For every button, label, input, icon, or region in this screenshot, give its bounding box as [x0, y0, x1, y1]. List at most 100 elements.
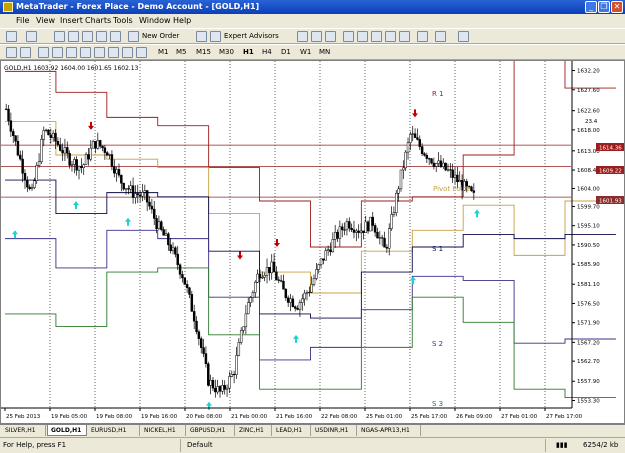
timeframe-mn[interactable]: MN: [319, 47, 330, 58]
channel-icon[interactable]: [80, 47, 91, 58]
candle-body: [138, 194, 142, 197]
zoom-in-icon[interactable]: [343, 31, 354, 42]
timeframe-m30[interactable]: M30: [219, 47, 234, 58]
timeframe-h1[interactable]: H1: [243, 47, 254, 58]
price-tick-label: 1562.70: [577, 359, 600, 365]
level-label-s3: S 3: [432, 400, 443, 408]
strategy-tester-icon[interactable]: [110, 31, 121, 42]
timeframe-m5[interactable]: M5: [176, 47, 187, 58]
candle-body: [49, 134, 53, 138]
trendline-icon[interactable]: [66, 47, 77, 58]
menu-window[interactable]: Window: [139, 15, 171, 27]
close-button[interactable]: ✕: [611, 1, 623, 13]
candle-body: [96, 140, 100, 149]
timeframe-h4[interactable]: H4: [262, 47, 272, 58]
metaeditor-icon[interactable]: [196, 31, 207, 42]
tab-gbpusd[interactable]: GBPUSD,H1: [187, 425, 235, 436]
profiles-icon[interactable]: [26, 31, 37, 42]
svg-text:1614.36: 1614.36: [599, 146, 622, 152]
chart-window[interactable]: 1632.20 1627.60 1622.60 1618.00 1613.00 1608.…: [0, 60, 625, 424]
candle-body: [416, 137, 419, 140]
candle-body: [91, 141, 95, 149]
time-tick-label: 19 Feb 05:00: [51, 414, 88, 420]
autoscroll-icon[interactable]: [385, 31, 396, 42]
candle-body: [427, 158, 431, 160]
terminal-icon[interactable]: [96, 31, 107, 42]
price-chart[interactable]: 1632.201627.601622.601618.001613.001608.…: [1, 61, 624, 423]
timeframe-d1[interactable]: D1: [281, 47, 291, 58]
bar-chart-icon[interactable]: [297, 31, 308, 42]
expert-advisors-button[interactable]: Expert Advisors: [224, 31, 279, 42]
minimize-button[interactable]: _: [585, 1, 597, 13]
candle-body: [167, 233, 170, 246]
new-order-icon[interactable]: [128, 31, 139, 42]
candle-body: [101, 145, 104, 149]
timeframe-m15[interactable]: M15: [196, 47, 211, 58]
line-chart-icon[interactable]: [325, 31, 336, 42]
horizontal-line-icon[interactable]: [52, 47, 63, 58]
candle-body: [376, 232, 379, 239]
indicators-icon[interactable]: [417, 31, 428, 42]
tab-nickel[interactable]: NICKEL,H1: [141, 425, 186, 436]
candle-body: [66, 147, 69, 154]
zoom-out-icon[interactable]: [357, 31, 368, 42]
candle-body: [197, 331, 201, 339]
candle-body: [40, 138, 43, 162]
periods-icon[interactable]: [435, 31, 446, 42]
menu-view[interactable]: View: [36, 15, 55, 27]
candle-body: [171, 247, 175, 252]
tile-windows-icon[interactable]: [371, 31, 382, 42]
market-watch-icon[interactable]: [54, 31, 65, 42]
price-tick-label: 1595.10: [577, 224, 600, 230]
candlestick-icon[interactable]: [311, 31, 322, 42]
title-bar: MetaTrader - Forex Place - Demo Account …: [0, 0, 625, 14]
candle-body: [301, 298, 304, 303]
new-order-button[interactable]: New Order: [142, 31, 179, 42]
text-icon[interactable]: [108, 47, 119, 58]
candle-body: [230, 373, 234, 377]
candle-body: [108, 154, 111, 156]
fibonacci-icon[interactable]: [94, 47, 105, 58]
expert-advisors-icon[interactable]: [210, 31, 221, 42]
candle-body: [289, 298, 292, 303]
candle-body: [59, 144, 62, 151]
timeframe-w1[interactable]: W1: [300, 47, 311, 58]
restore-button[interactable]: ❐: [598, 1, 610, 13]
chart-shift-icon[interactable]: [399, 31, 410, 42]
crosshair-icon[interactable]: [20, 47, 31, 58]
candle-body: [343, 229, 346, 231]
menu-insert[interactable]: Insert: [60, 15, 83, 27]
candle-body: [291, 298, 295, 307]
tab-gold[interactable]: GOLD,H1: [47, 425, 87, 436]
tab-usdinr[interactable]: USDINR,H1: [312, 425, 357, 436]
navigator-icon[interactable]: [82, 31, 93, 42]
connection-icon: ▮▮▮: [556, 441, 568, 449]
menu-file[interactable]: File: [16, 15, 29, 27]
arrows-icon[interactable]: [136, 47, 147, 58]
tab-eurusd[interactable]: EURUSD,H1: [88, 425, 140, 436]
candle-body: [82, 164, 85, 168]
new-chart-icon[interactable]: [6, 31, 17, 42]
label-icon[interactable]: [122, 47, 133, 58]
candle-body: [409, 134, 412, 143]
tab-ngas[interactable]: NGAS-APR13,H1: [358, 425, 421, 436]
menu-tools[interactable]: Tools: [113, 15, 133, 27]
menu-charts[interactable]: Charts: [85, 15, 111, 27]
vertical-line-icon[interactable]: [38, 47, 49, 58]
menu-help[interactable]: Help: [173, 15, 191, 27]
candle-body: [87, 154, 90, 160]
cursor-icon[interactable]: [6, 47, 17, 58]
candle-body: [94, 141, 97, 149]
tab-zinc[interactable]: ZINC,H1: [236, 425, 272, 436]
tab-lead[interactable]: LEAD,H1: [273, 425, 311, 436]
timeframe-m1[interactable]: M1: [158, 47, 169, 58]
templates-icon[interactable]: [458, 31, 469, 42]
candle-body: [185, 284, 189, 289]
data-window-icon[interactable]: [68, 31, 79, 42]
candle-body: [373, 225, 377, 233]
candle-body: [268, 267, 271, 274]
tab-silver[interactable]: SILVER,H1: [2, 425, 46, 436]
candle-body: [235, 355, 238, 375]
chart-header: GOLD,H1 1603.92 1604.00 1601.65 1602.13: [4, 65, 139, 72]
candle-body: [411, 133, 414, 135]
